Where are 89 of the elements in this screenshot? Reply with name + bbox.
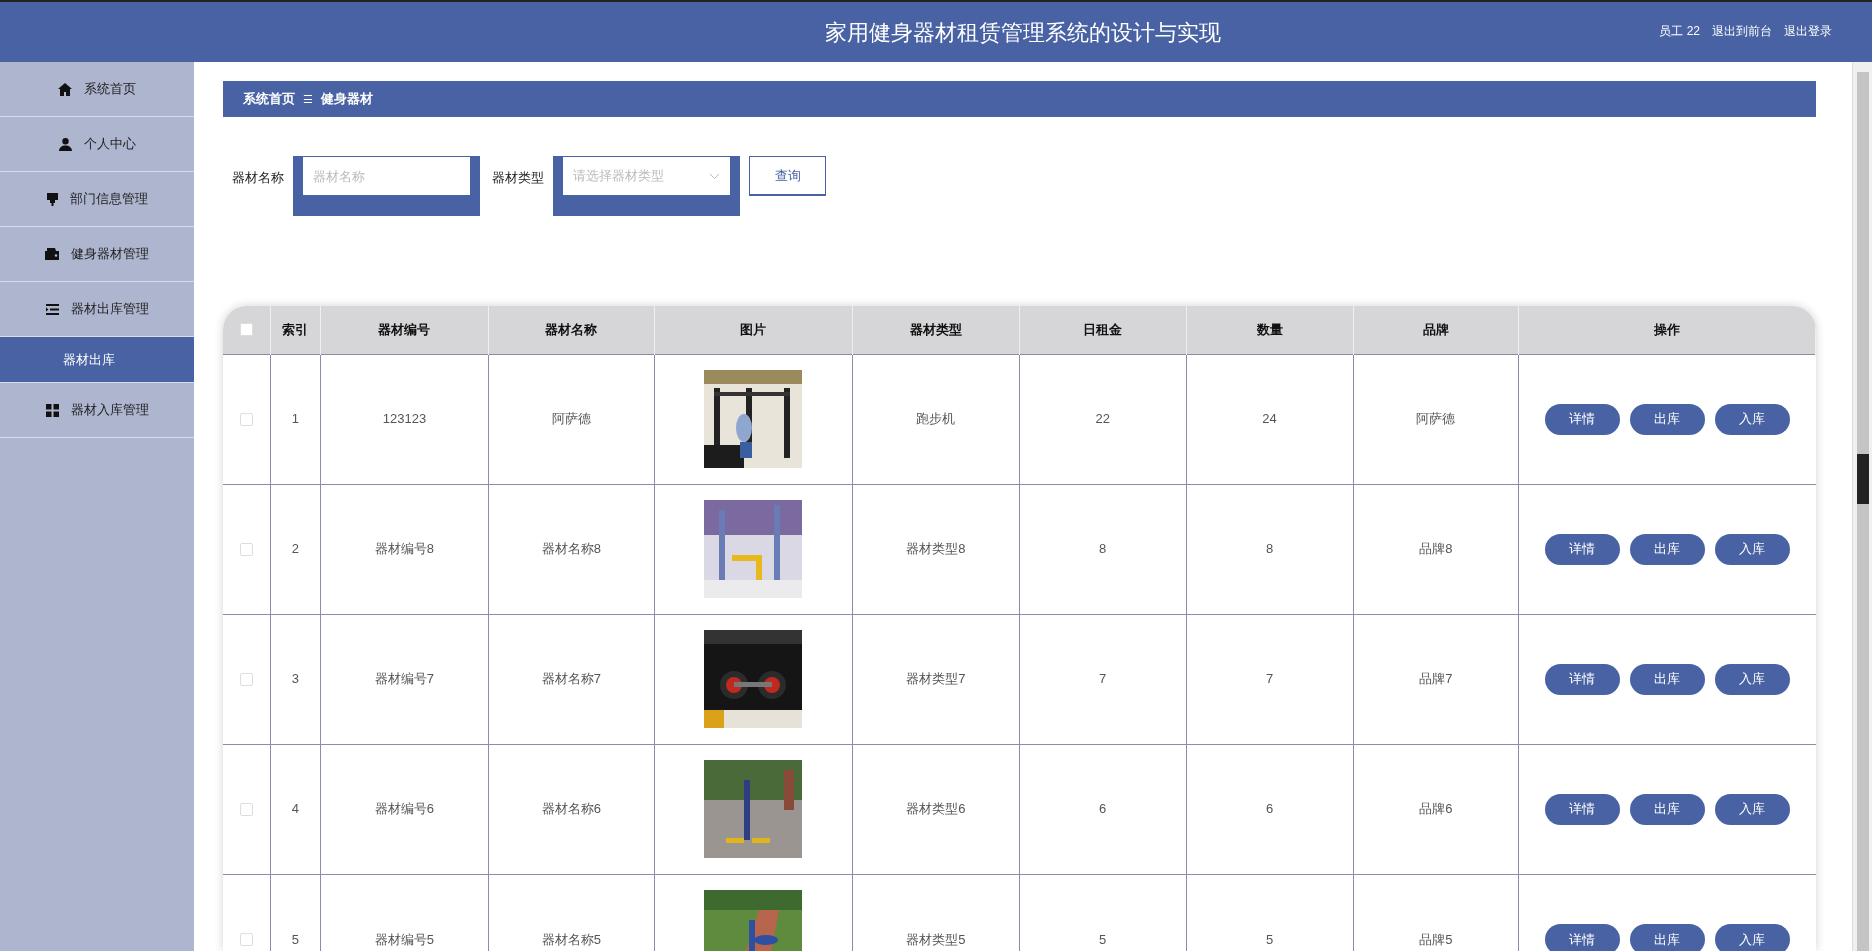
chevron-down-icon — [709, 172, 720, 180]
column-header: 器材类型 — [852, 306, 1020, 355]
action-button[interactable]: 入库 — [1714, 533, 1790, 565]
table-cell: 24 — [1186, 354, 1353, 485]
table-cell: 5 — [270, 874, 321, 951]
table-cell: 5 — [1019, 874, 1187, 951]
column-header: 索引 — [270, 306, 321, 355]
sidebar-item[interactable]: 个人中心 — [0, 117, 194, 172]
table-cell: 阿萨德 — [488, 354, 655, 485]
table-cell: 5 — [1186, 874, 1353, 951]
checkbox[interactable] — [239, 542, 253, 556]
action-button[interactable]: 出库 — [1629, 533, 1705, 565]
user-icon — [58, 137, 72, 151]
table-cell: 品牌8 — [1353, 484, 1519, 615]
sidebar-item[interactable]: 健身器材管理 — [0, 227, 194, 282]
action-button[interactable]: 出库 — [1629, 923, 1705, 951]
sidebar-item[interactable]: 系统首页 — [0, 62, 194, 117]
checkbox[interactable] — [239, 932, 253, 946]
action-button[interactable]: 出库 — [1629, 793, 1705, 825]
action-button[interactable]: 入库 — [1714, 403, 1790, 435]
action-button[interactable]: 详情 — [1544, 533, 1620, 565]
table-cell: 4 — [270, 744, 321, 875]
table-cell: 阿萨德 — [1353, 354, 1519, 485]
table-cell: 器材编号5 — [320, 874, 489, 951]
table-cell: 3 — [270, 614, 321, 745]
grid-icon — [45, 403, 59, 417]
table-cell: 1 — [270, 354, 321, 485]
action-button[interactable]: 详情 — [1544, 403, 1620, 435]
action-button[interactable]: 详情 — [1544, 663, 1620, 695]
sidebar-item[interactable]: 部门信息管理 — [0, 172, 194, 227]
action-button[interactable]: 入库 — [1714, 923, 1790, 951]
table-cell: 品牌7 — [1353, 614, 1519, 745]
table-cell: 8 — [1019, 484, 1187, 615]
table-cell: 品牌5 — [1353, 874, 1519, 951]
breadcrumb-separator: ☰ — [303, 91, 313, 107]
table-cell: 跑步机 — [852, 354, 1020, 485]
input-field[interactable]: 器材名称 — [303, 157, 470, 196]
table-cell: 器材类型6 — [852, 744, 1020, 875]
checkbox[interactable] — [239, 802, 253, 816]
query-button[interactable]: 查询 — [749, 156, 826, 197]
column-header: 品牌 — [1353, 306, 1519, 355]
checkbox[interactable] — [239, 412, 253, 426]
table-cell: 器材类型7 — [852, 614, 1020, 745]
table-cell: 器材类型5 — [852, 874, 1020, 951]
field-label: 器材名称 — [232, 169, 284, 188]
table-cell: 22 — [1019, 354, 1187, 485]
table-cell: 7 — [1019, 614, 1187, 745]
breadcrumb-item[interactable]: 系统首页 — [243, 89, 295, 109]
table-cell: 品牌6 — [1353, 744, 1519, 875]
column-header: 日租金 — [1019, 306, 1187, 355]
table-cell: 器材编号7 — [320, 614, 489, 745]
table-cell: 6 — [1019, 744, 1187, 875]
wallet-icon — [45, 248, 59, 260]
column-header: 器材编号 — [320, 306, 489, 355]
column-header: 操作 — [1518, 306, 1816, 355]
table-cell: 器材编号6 — [320, 744, 489, 875]
table-cell: 8 — [1186, 484, 1353, 615]
table-cell: 7 — [1186, 614, 1353, 745]
column-header: 器材名称 — [488, 306, 655, 355]
stamp-icon — [46, 192, 58, 206]
header-link[interactable]: 退出到前台 — [1712, 22, 1772, 40]
column-header: 图片 — [654, 306, 853, 355]
table-cell: 器材类型8 — [852, 484, 1020, 615]
list-icon — [45, 303, 59, 315]
user-label: 员工 22 — [1659, 23, 1700, 40]
home-icon — [58, 82, 72, 96]
header-link[interactable]: 退出登录 — [1784, 22, 1832, 40]
table-cell: 器材名称7 — [488, 614, 655, 745]
table-cell: 器材名称6 — [488, 744, 655, 875]
table-cell: 器材名称5 — [488, 874, 655, 951]
checkbox[interactable] — [239, 672, 253, 686]
field-label: 器材类型 — [492, 169, 544, 188]
column-header: 数量 — [1186, 306, 1353, 355]
action-button[interactable]: 出库 — [1629, 403, 1705, 435]
action-button[interactable]: 入库 — [1714, 793, 1790, 825]
table-cell: 器材编号8 — [320, 484, 489, 615]
app-title: 家用健身器材租赁管理系统的设计与实现 — [825, 18, 1221, 47]
action-button[interactable]: 详情 — [1544, 793, 1620, 825]
action-button[interactable]: 出库 — [1629, 663, 1705, 695]
sidebar-item[interactable]: 器材入库管理 — [0, 383, 194, 438]
table-cell: 2 — [270, 484, 321, 615]
sidebar-subitem[interactable]: 器材出库 — [0, 337, 194, 383]
table-cell: 器材名称8 — [488, 484, 655, 615]
action-button[interactable]: 入库 — [1714, 663, 1790, 695]
breadcrumb-item[interactable]: 健身器材 — [321, 89, 373, 109]
checkbox[interactable] — [239, 323, 253, 337]
table-cell: 6 — [1186, 744, 1353, 875]
action-button[interactable]: 详情 — [1544, 923, 1620, 951]
table-cell: 123123 — [320, 354, 489, 485]
